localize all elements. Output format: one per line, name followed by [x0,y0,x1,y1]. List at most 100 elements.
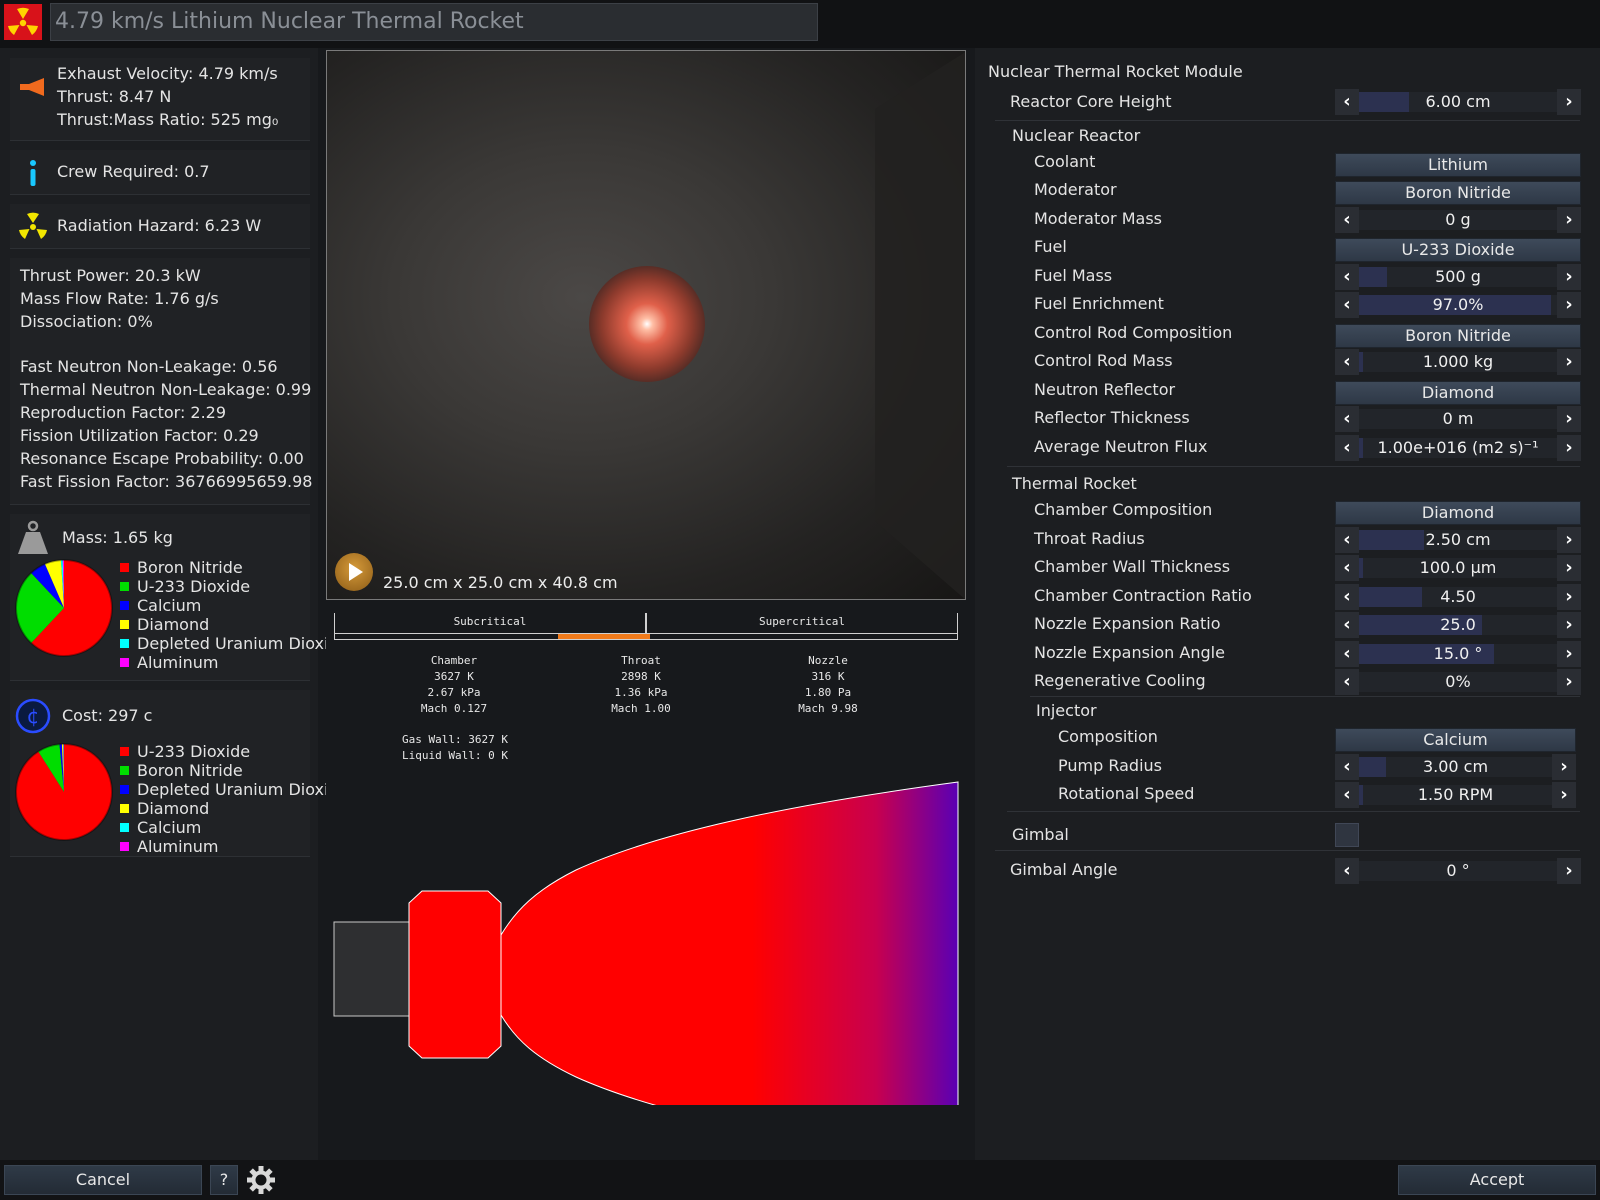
dimensions-label: 25.0 cm x 25.0 cm x 40.8 cm [383,573,618,592]
pump-radius-slider[interactable]: ‹ 3.00 cm › [1335,754,1576,780]
legend-label: Boron Nitride [137,558,243,577]
legend-item: Calcium [120,596,201,615]
legend-item: Aluminum [120,837,218,856]
regenerative-cooling-slider[interactable]: ‹ 0% › [1335,669,1581,695]
decrease-arrow-icon[interactable]: ‹ [1335,527,1359,553]
throat-radius-slider[interactable]: ‹ 2.50 cm › [1335,527,1581,553]
increase-arrow-icon[interactable]: › [1557,89,1581,115]
average-neutron-flux-slider[interactable]: ‹ 1.00e+016 (m2 s)⁻¹ › [1335,435,1581,461]
control-rod-mass-slider[interactable]: ‹ 1.000 kg › [1335,349,1581,375]
slider-track[interactable]: 1.00e+016 (m2 s)⁻¹ [1359,438,1557,458]
decrease-arrow-icon[interactable]: ‹ [1335,207,1359,233]
slider-track[interactable]: 0 m [1359,409,1557,429]
thruster-icon [20,78,46,96]
cost-total: Cost: 297 c [62,706,153,725]
performance-block: Exhaust Velocity: 4.79 km/s Thrust: 8.47… [10,58,310,141]
decrease-arrow-icon[interactable]: ‹ [1335,669,1359,695]
increase-arrow-icon[interactable]: › [1557,858,1581,884]
pump-block [333,921,410,1017]
combustion-chamber [408,890,502,1059]
moderator-mass-slider[interactable]: ‹ 0 g › [1335,207,1581,233]
design-name-field[interactable]: 4.79 km/s Lithium Nuclear Thermal Rocket [50,3,818,41]
thermal-neutron-non-leakage: Thermal Neutron Non-Leakage: 0.99 [20,380,312,399]
chamber-contraction-ratio-slider[interactable]: ‹ 4.50 › [1335,584,1581,610]
legend-item: U-233 Dioxide [120,742,250,761]
decrease-arrow-icon[interactable]: ‹ [1335,612,1359,638]
slider-track[interactable]: 100.0 µm [1359,558,1557,578]
increase-arrow-icon[interactable]: › [1557,435,1581,461]
increase-arrow-icon[interactable]: › [1552,754,1576,780]
cancel-button[interactable]: Cancel [4,1165,202,1195]
slider-track[interactable]: 3.00 cm [1359,757,1552,777]
fuel-enrichment-slider[interactable]: ‹ 97.0% › [1335,292,1581,318]
slider-value: 0 m [1442,409,1474,428]
coolant-select[interactable]: Lithium [1335,153,1581,177]
slider-track[interactable]: 15.0 ° [1359,644,1557,664]
decrease-arrow-icon[interactable]: ‹ [1335,584,1359,610]
decrease-arrow-icon[interactable]: ‹ [1335,89,1359,115]
increase-arrow-icon[interactable]: › [1557,406,1581,432]
increase-arrow-icon[interactable]: › [1557,612,1581,638]
slider-track[interactable]: 500 g [1359,267,1557,287]
decrease-arrow-icon[interactable]: ‹ [1335,858,1359,884]
legend-item: Depleted Uranium Dioxi [120,634,328,653]
gimbal-checkbox[interactable] [1335,823,1359,847]
moderator-mass-label: Moderator Mass [1034,209,1162,228]
decrease-arrow-icon[interactable]: ‹ [1335,555,1359,581]
increase-arrow-icon[interactable]: › [1557,584,1581,610]
settings-gear-icon[interactable] [246,1165,276,1195]
control-rod-composition-select[interactable]: Boron Nitride [1335,324,1581,348]
increase-arrow-icon[interactable]: › [1557,527,1581,553]
decrease-arrow-icon[interactable]: ‹ [1335,754,1359,780]
slider-track[interactable]: 97.0% [1359,295,1557,315]
decrease-arrow-icon[interactable]: ‹ [1335,349,1359,375]
nozzle-expansion-ratio-slider[interactable]: ‹ 25.0 › [1335,612,1581,638]
throat-temp: 2898 K [621,670,661,683]
gimbal-angle-label: Gimbal Angle [1010,860,1118,879]
help-button[interactable]: ? [210,1165,238,1195]
neutron-reflector-select[interactable]: Diamond [1335,381,1581,405]
nozzle-expansion-angle-slider[interactable]: ‹ 15.0 ° › [1335,641,1581,667]
injector-composition-select[interactable]: Calcium [1335,728,1576,752]
increase-arrow-icon[interactable]: › [1557,207,1581,233]
slider-value: 6.00 cm [1425,92,1491,111]
cost-icon: ¢ [15,698,51,734]
increase-arrow-icon[interactable]: › [1557,669,1581,695]
fast-neutron-non-leakage: Fast Neutron Non-Leakage: 0.56 [20,357,278,376]
decrease-arrow-icon[interactable]: ‹ [1335,292,1359,318]
decrease-arrow-icon[interactable]: ‹ [1335,406,1359,432]
accept-button[interactable]: Accept [1398,1165,1596,1195]
increase-arrow-icon[interactable]: › [1557,292,1581,318]
moderator-select[interactable]: Boron Nitride [1335,181,1581,205]
decrease-arrow-icon[interactable]: ‹ [1335,782,1359,808]
slider-track[interactable]: 0 g [1359,210,1557,230]
slider-track[interactable]: 0% [1359,672,1557,692]
increase-arrow-icon[interactable]: › [1557,349,1581,375]
increase-arrow-icon[interactable]: › [1557,555,1581,581]
3d-viewport[interactable]: 25.0 cm x 25.0 cm x 40.8 cm [326,50,966,600]
rotational-speed-slider[interactable]: ‹ 1.50 RPM › [1335,782,1576,808]
decrease-arrow-icon[interactable]: ‹ [1335,641,1359,667]
fuel-mass-label: Fuel Mass [1034,266,1113,285]
chamber-wall-thickness-slider[interactable]: ‹ 100.0 µm › [1335,555,1581,581]
slider-track[interactable]: 2.50 cm [1359,530,1557,550]
reactor-core-height-slider[interactable]: ‹ 6.00 cm › [1335,89,1581,115]
increase-arrow-icon[interactable]: › [1557,264,1581,290]
fuel-mass-slider[interactable]: ‹ 500 g › [1335,264,1581,290]
slider-track[interactable]: 25.0 [1359,615,1557,635]
gimbal-angle-slider[interactable]: ‹ 0 ° › [1335,858,1581,884]
slider-track[interactable]: 1.000 kg [1359,352,1557,372]
slider-track[interactable]: 0 ° [1359,861,1557,881]
increase-arrow-icon[interactable]: › [1552,782,1576,808]
slider-track[interactable]: 4.50 [1359,587,1557,607]
decrease-arrow-icon[interactable]: ‹ [1335,264,1359,290]
decrease-arrow-icon[interactable]: ‹ [1335,435,1359,461]
chamber-composition-select[interactable]: Diamond [1335,501,1581,525]
legend-item: Diamond [120,799,209,818]
play-button[interactable] [335,553,373,591]
slider-track[interactable]: 6.00 cm [1359,92,1557,112]
fuel-select[interactable]: U-233 Dioxide [1335,238,1581,262]
reflector-thickness-slider[interactable]: ‹ 0 m › [1335,406,1581,432]
slider-track[interactable]: 1.50 RPM [1359,785,1552,805]
increase-arrow-icon[interactable]: › [1557,641,1581,667]
